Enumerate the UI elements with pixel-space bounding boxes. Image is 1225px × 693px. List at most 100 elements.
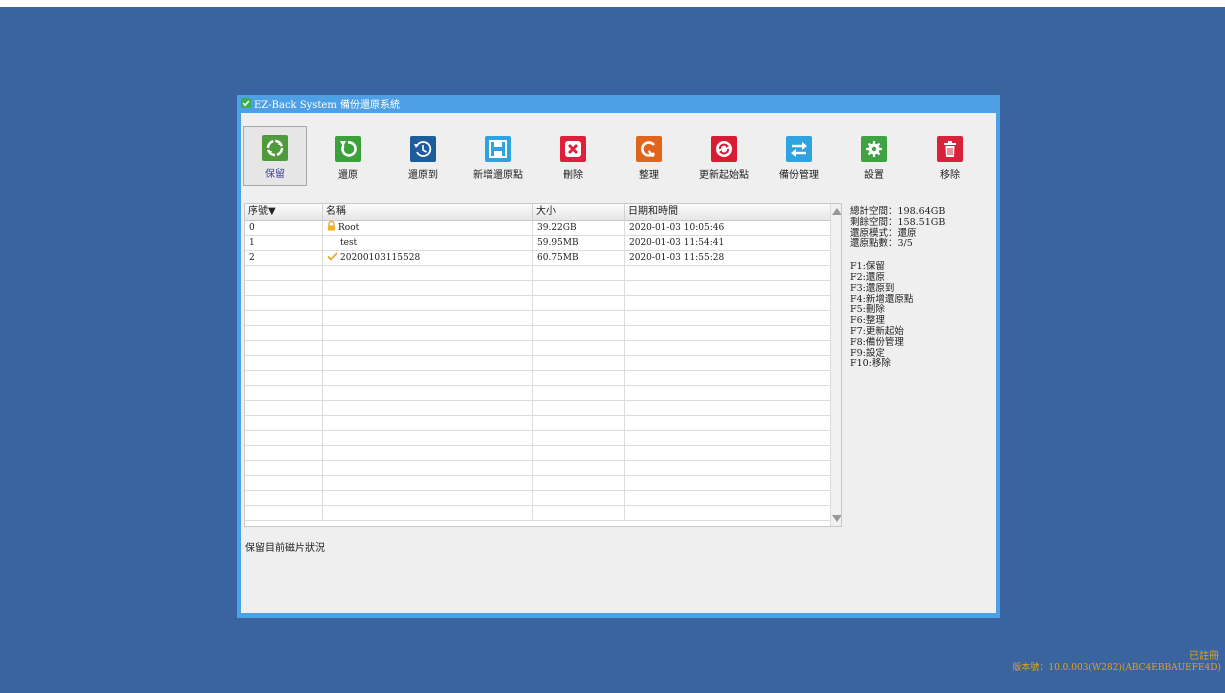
check-mark-icon: [327, 252, 340, 263]
table-cell-size: [533, 401, 625, 416]
table-cell-index: [245, 356, 323, 371]
scroll-up-arrow-icon[interactable]: [832, 208, 841, 215]
table-cell-name-text: test: [340, 238, 358, 248]
toolbar-button-backup-manage[interactable]: 備份管理: [767, 127, 831, 185]
shortcut-item: F8:備份管理: [850, 336, 904, 348]
table-row[interactable]: [245, 371, 830, 386]
toolbar-button-add-restore-point[interactable]: 新增還原點: [466, 127, 530, 185]
table-cell-name: [323, 371, 533, 386]
table-row[interactable]: [245, 386, 830, 401]
toolbar-label: 刪除: [563, 170, 583, 181]
toolbar-button-update-start[interactable]: 更新起始點: [692, 127, 756, 185]
column-header-size[interactable]: 大小: [533, 204, 625, 220]
toolbar-button-keep[interactable]: 保留: [243, 126, 307, 186]
table-cell-size: [533, 431, 625, 446]
update-cycle-icon: [711, 136, 737, 162]
table-cell-index: [245, 341, 323, 356]
table-cell-index: [245, 476, 323, 491]
table-cell-datetime: [625, 491, 830, 506]
toolbar-button-settings[interactable]: 設置: [842, 127, 906, 185]
table-cell-datetime: [625, 356, 830, 371]
gear-icon: [861, 136, 887, 162]
table-row[interactable]: 1 test 59.95MB 2020-01-03 11:54:41: [245, 236, 830, 251]
table-cell-datetime: 2020-01-03 10:05:46: [629, 223, 725, 233]
toolbar-label: 整理: [639, 170, 659, 181]
table-row[interactable]: [245, 506, 830, 521]
table-cell-index: [245, 431, 323, 446]
table-row[interactable]: [245, 356, 830, 371]
table-cell-index: 2: [245, 251, 323, 266]
table-cell-name: [323, 476, 533, 491]
table-cell-index: 0: [245, 221, 323, 236]
top-strip: [0, 0, 1225, 7]
table-row[interactable]: [245, 281, 830, 296]
column-header-index[interactable]: 序號▼: [245, 204, 323, 220]
table-cell-size: [533, 266, 625, 281]
table-cell-name: [323, 281, 533, 296]
vertical-scrollbar[interactable]: [830, 204, 841, 526]
column-header-datetime[interactable]: 日期和時間: [625, 204, 830, 220]
table-cell-name: test: [323, 236, 533, 251]
table-cell-size: [533, 446, 625, 461]
table-row[interactable]: [245, 401, 830, 416]
table-cell-size: [533, 356, 625, 371]
table-cell-size: 39.22GB: [533, 221, 625, 236]
table-cell-name: [323, 386, 533, 401]
column-header-name[interactable]: 名稱: [323, 204, 533, 220]
table-cell-size: 60.75MB: [533, 251, 625, 266]
table-cell-datetime: [625, 281, 830, 296]
table-cell-index: [245, 281, 323, 296]
title-bar[interactable]: EZ-Back System 備份還原系統: [237, 95, 1000, 112]
table-cell-size: [533, 371, 625, 386]
table-row[interactable]: [245, 446, 830, 461]
lock-icon: [327, 220, 338, 233]
table-row[interactable]: [245, 296, 830, 311]
toolbar-label: 移除: [940, 170, 960, 181]
table-cell-datetime: [625, 341, 830, 356]
toolbar-button-delete[interactable]: 刪除: [541, 127, 605, 185]
table-row[interactable]: [245, 476, 830, 491]
table-row[interactable]: [245, 326, 830, 341]
table-cell-name: [323, 341, 533, 356]
table-row[interactable]: [245, 461, 830, 476]
toolbar-button-remove[interactable]: 移除: [918, 127, 982, 185]
table-cell-datetime: [625, 431, 830, 446]
table-header: 序號▼ 名稱 大小 日期和時間: [245, 204, 830, 221]
table-cell-index: [245, 506, 323, 521]
table-row[interactable]: [245, 311, 830, 326]
table-cell-name: [323, 446, 533, 461]
scroll-down-arrow-icon[interactable]: [832, 515, 841, 522]
refresh-circle-icon: [262, 135, 288, 161]
table-cell-size: [533, 386, 625, 401]
table-row[interactable]: [245, 341, 830, 356]
floppy-disk-icon: [485, 136, 511, 162]
table-row[interactable]: 2 20200103115528 60.75MB 2020-01-03 11:55:2…: [245, 251, 830, 266]
close-x-icon: [560, 136, 586, 162]
table-row[interactable]: [245, 491, 830, 506]
app-window: EZ-Back System 備份還原系統 保留 還原 還原到 新增還原點 刪除…: [237, 95, 1000, 618]
table-cell-size: [533, 341, 625, 356]
restore-point-table: 序號▼ 名稱 大小 日期和時間 0 Root 39.22GB 2020-01-03 1…: [244, 203, 842, 527]
table-row[interactable]: 0 Root 39.22GB 2020-01-03 10:05:46: [245, 220, 830, 236]
shortcut-item: F3:還原到: [850, 282, 895, 294]
restore-icon: [335, 136, 361, 162]
toolbar-label: 新增還原點: [473, 170, 523, 181]
toolbar-label: 備份管理: [779, 170, 819, 181]
table-cell-name: 20200103115528: [323, 251, 533, 266]
table-cell-size: [533, 476, 625, 491]
toolbar-button-restore[interactable]: 還原: [316, 127, 380, 185]
table-cell-datetime: [625, 476, 830, 491]
table-row[interactable]: [245, 416, 830, 431]
toolbar-label: 保留: [265, 169, 285, 180]
table-cell-index: [245, 266, 323, 281]
toolbar-label: 還原到: [408, 170, 438, 181]
table-row[interactable]: [245, 431, 830, 446]
table-cell-name: [323, 431, 533, 446]
toolbar-button-restore-to[interactable]: 還原到: [391, 127, 455, 185]
toolbar-button-organize[interactable]: 整理: [617, 127, 681, 185]
table-cell-datetime: [625, 311, 830, 326]
table-cell-name: [323, 311, 533, 326]
table-row[interactable]: [245, 266, 830, 281]
table-cell-datetime: [625, 446, 830, 461]
toolbar-label: 設置: [864, 170, 884, 181]
